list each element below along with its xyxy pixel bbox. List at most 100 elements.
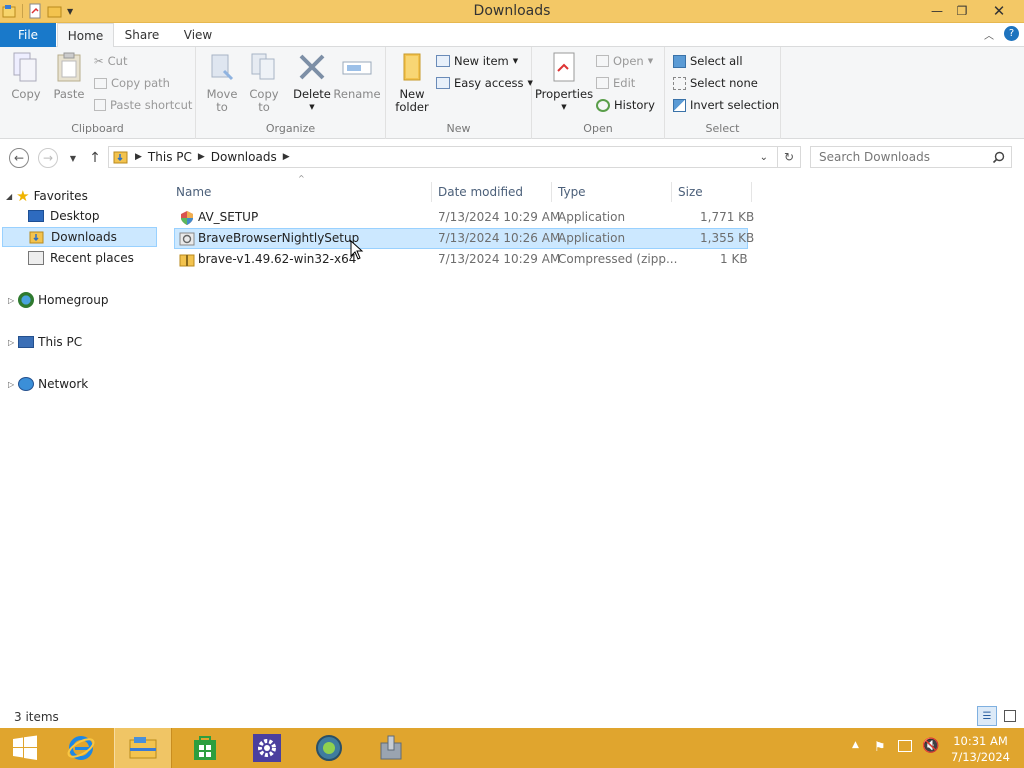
breadcrumb-separator-icon[interactable]: ▶: [198, 152, 205, 162]
delete-dropdown-icon[interactable]: ▼: [309, 101, 314, 114]
show-hidden-icons-chevron-icon[interactable]: ▲: [852, 740, 859, 750]
system-clock[interactable]: 10:31 AM 7/13/2024: [951, 733, 1010, 765]
select-all-button[interactable]: Select all: [673, 54, 743, 68]
move-to-label-2: to: [216, 100, 228, 114]
installer-box-icon: [380, 735, 402, 760]
select-none-button[interactable]: Select none: [673, 76, 758, 90]
taskbar-control-panel[interactable]: [238, 728, 296, 768]
mouse-cursor-icon: [350, 240, 364, 260]
collapse-ribbon-chevron-icon[interactable]: ︿: [984, 27, 994, 42]
forward-button[interactable]: →: [38, 148, 58, 168]
copy-path-button[interactable]: Copy path: [94, 76, 170, 90]
file-name: AV_SETUP: [198, 210, 259, 224]
invert-selection-button[interactable]: Invert selection: [673, 98, 779, 112]
new-item-button[interactable]: New item ▼: [436, 54, 518, 68]
nav-favorites[interactable]: ◢ ★ Favorites: [6, 186, 88, 206]
open-button[interactable]: Open ▼: [596, 54, 653, 68]
breadcrumb-downloads[interactable]: Downloads: [211, 150, 277, 164]
close-button[interactable]: ✕: [976, 0, 1022, 21]
item-count: 3 items: [14, 710, 59, 724]
large-icons-view-button[interactable]: [1000, 706, 1020, 726]
edit-button[interactable]: Edit: [596, 76, 635, 90]
edit-icon: [596, 77, 609, 89]
easy-access-button[interactable]: Easy access ▼: [436, 76, 533, 90]
nav-homegroup[interactable]: ▷ Homegroup: [8, 290, 108, 310]
rename-button[interactable]: Rename: [333, 51, 381, 101]
open-dropdown-icon: ▼: [647, 57, 654, 65]
file-row-brave-zip[interactable]: brave-v1.49.62-win32-x64 7/13/2024 10:29…: [174, 249, 748, 270]
tab-view[interactable]: View: [176, 23, 220, 47]
collapsed-arrow-icon[interactable]: ▷: [8, 338, 14, 347]
search-icon[interactable]: [992, 151, 1005, 164]
properties-dropdown-icon[interactable]: ▼: [561, 101, 566, 114]
paste-shortcut-icon: [94, 99, 106, 111]
column-header-date-modified[interactable]: Date modified: [432, 182, 552, 202]
nav-downloads[interactable]: Downloads: [2, 227, 157, 247]
zip-folder-icon: [179, 254, 195, 267]
help-icon[interactable]: ?: [1004, 26, 1019, 41]
taskbar-brave-setup[interactable]: [300, 728, 358, 768]
file-row-brave-nightly-setup[interactable]: BraveBrowserNightlySetup 7/13/2024 10:26…: [174, 228, 754, 249]
recent-locations-button[interactable]: ▼: [63, 148, 83, 168]
invert-selection-icon: [673, 98, 686, 112]
paste-button[interactable]: Paste: [50, 51, 88, 101]
taskbar-file-explorer[interactable]: [114, 728, 172, 768]
column-header-type[interactable]: Type: [552, 182, 672, 202]
collapsed-arrow-icon[interactable]: ▷: [8, 296, 14, 305]
paste-shortcut-label: Paste shortcut: [110, 98, 193, 112]
tab-share[interactable]: Share: [118, 23, 166, 47]
file-date: 7/13/2024 10:29 AM: [438, 252, 561, 266]
new-folder-icon: [403, 53, 421, 81]
history-button[interactable]: History: [596, 98, 655, 112]
nav-desktop[interactable]: Desktop: [28, 206, 100, 226]
copy-to-label-2: to: [258, 100, 270, 114]
action-center-flag-icon[interactable]: ⚑: [874, 740, 886, 755]
taskbar-installer[interactable]: [362, 728, 420, 768]
details-view-button[interactable]: ☰: [977, 706, 997, 726]
up-button[interactable]: ↑: [85, 148, 105, 168]
ribbon: Copy Paste ✂ Cut Copy path Paste shortcut…: [0, 47, 1024, 139]
history-label: History: [614, 98, 655, 112]
minimize-button[interactable]: —: [925, 0, 949, 21]
properties-icon: [553, 52, 575, 82]
application-icon: [179, 232, 195, 246]
collapsed-arrow-icon[interactable]: ▷: [8, 380, 14, 389]
invert-selection-label: Invert selection: [690, 98, 780, 112]
tab-home[interactable]: Home: [57, 23, 114, 48]
select-none-label: Select none: [690, 76, 758, 90]
new-folder-button[interactable]: New folder: [392, 51, 432, 114]
column-header-size[interactable]: Size: [672, 182, 752, 202]
network-status-icon[interactable]: [898, 740, 912, 752]
volume-muted-icon[interactable]: 🔇: [922, 738, 939, 754]
taskbar-internet-explorer[interactable]: [52, 728, 110, 768]
nav-network[interactable]: ▷ Network: [8, 374, 88, 394]
move-to-button[interactable]: Move to: [204, 51, 240, 114]
taskbar-store[interactable]: [176, 728, 234, 768]
copy-to-button[interactable]: Copy to: [246, 51, 282, 114]
tab-file[interactable]: File: [0, 23, 56, 47]
delete-button[interactable]: Delete ▼: [292, 51, 332, 114]
expanded-arrow-icon[interactable]: ◢: [6, 192, 12, 201]
restore-button[interactable]: ❐: [950, 0, 974, 21]
back-button[interactable]: ←: [9, 148, 29, 168]
file-row-av-setup[interactable]: AV_SETUP 7/13/2024 10:29 AM Application …: [174, 207, 754, 228]
properties-button[interactable]: Properties ▼: [535, 51, 593, 114]
start-button[interactable]: [0, 728, 50, 768]
column-header-name[interactable]: Name: [170, 182, 432, 202]
refresh-button[interactable]: ↻: [777, 146, 801, 168]
address-bar[interactable]: ▶ This PC ▶ Downloads ▶ ⌄ ↻: [108, 146, 801, 168]
file-name: BraveBrowserNightlySetup: [198, 231, 360, 245]
nav-this-pc[interactable]: ▷ This PC: [8, 332, 82, 352]
clock-time: 10:31 AM: [953, 734, 1008, 748]
refresh-icon: ↻: [783, 150, 795, 164]
breadcrumb-separator-icon[interactable]: ▶: [283, 152, 290, 162]
search-input[interactable]: [819, 147, 989, 167]
breadcrumb-separator-icon[interactable]: ▶: [135, 152, 142, 162]
paste-shortcut-button[interactable]: Paste shortcut: [94, 98, 192, 112]
cut-button[interactable]: ✂ Cut: [94, 54, 127, 68]
windows-logo-icon: [13, 735, 37, 760]
copy-button[interactable]: Copy: [8, 51, 44, 101]
nav-recent-places[interactable]: Recent places: [28, 248, 134, 268]
breadcrumb-this-pc[interactable]: This PC: [148, 150, 192, 164]
address-dropdown-chevron-icon[interactable]: ⌄: [760, 152, 768, 163]
